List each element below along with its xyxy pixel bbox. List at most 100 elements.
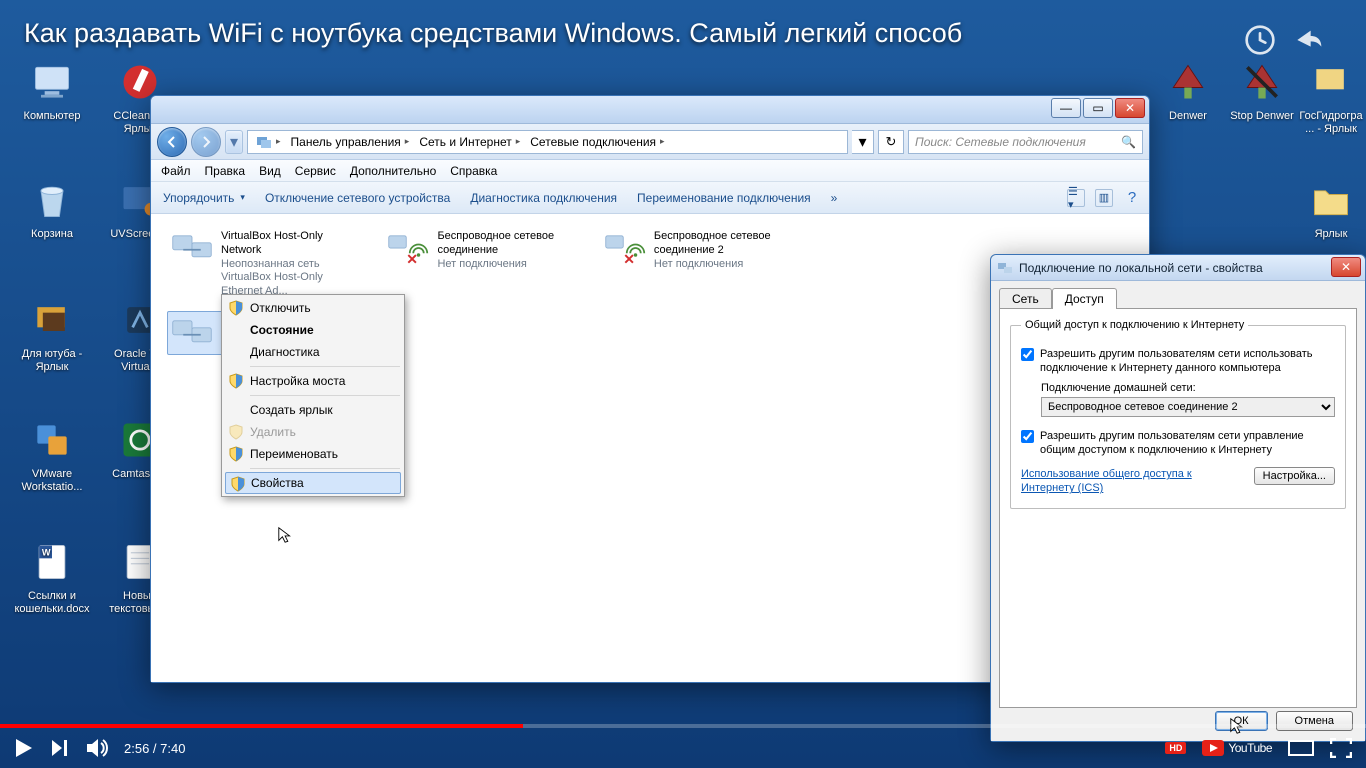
back-button[interactable] [157, 127, 187, 157]
hd-badge[interactable]: HD [1165, 742, 1186, 754]
lan-adapter-icon [171, 315, 213, 351]
cb-allow-share[interactable]: Разрешить другим пользователям сети испо… [1021, 347, 1335, 376]
menu-view[interactable]: Вид [259, 164, 281, 178]
ctx-disable[interactable]: Отключить [224, 297, 402, 319]
context-menu: Отключить Состояние Диагностика Настройк… [221, 294, 405, 497]
net-item-wifi2[interactable]: ✕ Беспроводное сетевое соединение 2Нет п… [600, 226, 800, 275]
group-legend: Общий доступ к подключению к Интернету [1021, 319, 1248, 331]
label: Для ютуба - Ярлык [12, 348, 92, 373]
home-net-select[interactable]: Беспроводное сетевое соединение 2 [1041, 397, 1335, 417]
toolbar-more[interactable]: » [831, 191, 838, 205]
menu-file[interactable]: Файл [161, 164, 191, 178]
ctx-properties[interactable]: Свойства [225, 472, 401, 494]
wifi-disconnected-icon: ✕ [387, 230, 429, 266]
toolbar: Упорядочить Отключение сетевого устройст… [151, 182, 1149, 214]
desktop-icon-trash[interactable]: Корзина [12, 176, 92, 241]
home-net-label: Подключение домашней сети: [1041, 382, 1335, 394]
label: Компьютер [12, 110, 92, 123]
video-title: Как раздавать WiFi с ноутбука средствами… [24, 18, 1306, 49]
checkbox1[interactable] [1021, 348, 1034, 361]
crumb-net[interactable]: Сеть и Интернет▸ [415, 131, 524, 153]
address-dropdown[interactable]: ▾ [852, 130, 874, 154]
toolbar-disable[interactable]: Отключение сетевого устройства [265, 191, 450, 205]
close-button[interactable]: ✕ [1115, 98, 1145, 118]
props-close-button[interactable]: ✕ [1331, 257, 1361, 277]
properties-dialog: Подключение по локальной сети - свойства… [990, 254, 1366, 742]
props-titlebar[interactable]: Подключение по локальной сети - свойства… [991, 255, 1365, 281]
desktop-icon-denwer[interactable]: Denwer [1148, 58, 1228, 123]
play-button[interactable] [14, 737, 34, 759]
network-adapter-icon [171, 230, 213, 266]
menu-extra[interactable]: Дополнительно [350, 164, 436, 178]
refresh-button[interactable]: ↻ [878, 130, 904, 154]
ctx-bridge[interactable]: Настройка моста [224, 370, 402, 392]
toolbar-rename[interactable]: Переименование подключения [637, 191, 811, 205]
titlebar[interactable]: — ▭ ✕ [151, 96, 1149, 124]
watch-later-icon[interactable] [1244, 24, 1276, 56]
toolbar-diagnose[interactable]: Диагностика подключения [470, 191, 617, 205]
desktop-icon-computer[interactable]: Компьютер [12, 58, 92, 123]
breadcrumb[interactable]: ▸ Панель управления▸ Сеть и Интернет▸ Се… [247, 130, 848, 154]
desktop-icon-youtube-folder[interactable]: Для ютуба - Ярлык [12, 296, 92, 373]
net-item-virtualbox[interactable]: VirtualBox Host-Only NetworkНеопознанная… [167, 226, 367, 303]
ctx-delete: Удалить [224, 421, 402, 443]
shield-icon [228, 300, 244, 316]
youtube-logo[interactable]: YouTube [1202, 740, 1272, 756]
menu-help[interactable]: Справка [450, 164, 497, 178]
label: Stop Denwer [1222, 110, 1302, 123]
tab-net[interactable]: Сеть [999, 288, 1052, 309]
help-icon[interactable]: ? [1123, 189, 1141, 207]
toolbar-organize[interactable]: Упорядочить [163, 191, 245, 205]
ctx-diag[interactable]: Диагностика [224, 341, 402, 363]
ics-help-link[interactable]: Использование общего доступа к Интернету… [1021, 467, 1231, 496]
time-display: 2:56 / 7:40 [124, 741, 185, 756]
player-bar: 2:56 / 7:40 HD YouTube [0, 720, 1366, 768]
tab-access[interactable]: Доступ [1052, 288, 1117, 309]
next-button[interactable] [50, 738, 70, 758]
volume-button[interactable] [86, 738, 108, 758]
shield-icon [228, 424, 244, 440]
crumb-cp[interactable]: Панель управления▸ [287, 131, 414, 153]
tab-pane: Общий доступ к подключению к Интернету Р… [999, 308, 1357, 708]
desktop-icon-vmware[interactable]: VMware Workstatio... [12, 416, 92, 493]
label: Ссылки и кошельки.docx [12, 590, 92, 615]
share-icon[interactable] [1290, 24, 1326, 56]
ctx-rename[interactable]: Переименовать [224, 443, 402, 465]
checkbox2[interactable] [1021, 430, 1034, 443]
recent-dropdown[interactable]: ▾ [225, 130, 243, 154]
cb-allow-control[interactable]: Разрешить другим пользователям сети упра… [1021, 429, 1335, 458]
label: ГосГидрогра... - Ярлык [1298, 110, 1364, 135]
wifi-disconnected-icon: ✕ [604, 230, 646, 266]
desktop-icon-folder-shortcut[interactable]: Ярлык [1298, 176, 1364, 241]
search-input[interactable]: Поиск: Сетевые подключения🔍 [908, 130, 1143, 154]
ctx-create-link[interactable]: Создать ярлык [224, 399, 402, 421]
net-item-wifi1[interactable]: ✕ Беспроводное сетевое соединениеНет под… [383, 226, 583, 275]
search-icon: 🔍 [1121, 135, 1136, 149]
video-desktop: Как раздавать WiFi с ноутбука средствами… [0, 0, 1366, 768]
ctx-status[interactable]: Состояние [224, 319, 402, 341]
preview-pane-icon[interactable]: ▥ [1095, 189, 1113, 207]
ics-group: Общий доступ к подключению к Интернету Р… [1010, 319, 1346, 509]
shield-icon [228, 446, 244, 462]
label: Ярлык [1298, 228, 1364, 241]
view-mode-icon[interactable]: ☰ ▾ [1067, 189, 1085, 207]
desktop-icon-gosgidro[interactable]: ГосГидрогра... - Ярлык [1298, 58, 1364, 135]
maximize-button[interactable]: ▭ [1083, 98, 1113, 118]
cursor-icon [277, 526, 295, 544]
desktop-icon-stop-denwer[interactable]: Stop Denwer [1222, 58, 1302, 123]
crumb-conns[interactable]: Сетевые подключения▸ [526, 131, 668, 153]
menu-edit[interactable]: Правка [205, 164, 246, 178]
fullscreen-button[interactable] [1330, 738, 1352, 758]
label: Denwer [1148, 110, 1228, 123]
settings-button[interactable]: Настройка... [1254, 467, 1335, 485]
address-row: ▾ ▸ Панель управления▸ Сеть и Интернет▸ … [151, 124, 1149, 160]
theater-button[interactable] [1288, 738, 1314, 758]
crumb-icon[interactable]: ▸ [252, 131, 285, 153]
menu-service[interactable]: Сервис [295, 164, 336, 178]
forward-button[interactable] [191, 127, 221, 157]
desktop-icon-links-docx[interactable]: WСсылки и кошельки.docx [12, 538, 92, 615]
network-icon [997, 260, 1013, 276]
label: VMware Workstatio... [12, 468, 92, 493]
minimize-button[interactable]: — [1051, 98, 1081, 118]
menubar: Файл Правка Вид Сервис Дополнительно Спр… [151, 160, 1149, 182]
